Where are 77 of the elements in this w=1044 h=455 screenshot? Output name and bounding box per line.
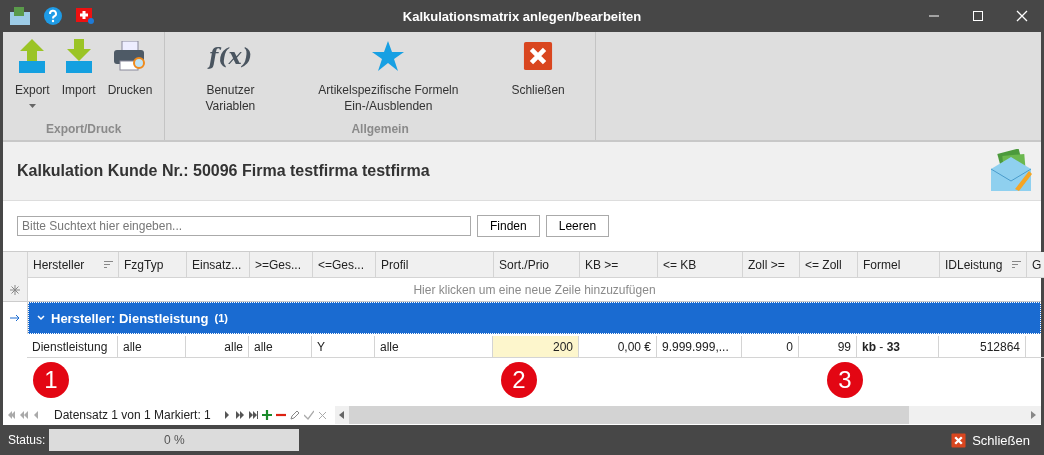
close-icon	[951, 432, 967, 448]
group-label: Hersteller: Dienstleistung	[51, 310, 209, 326]
pencil-icon[interactable]	[289, 410, 300, 420]
nav-forward-icon[interactable]	[235, 411, 245, 419]
window-title: Kalkulationsmatrix anlegen/bearbeiten	[402, 8, 642, 24]
column-header[interactable]: Einsatz...	[187, 252, 250, 278]
column-header[interactable]: Zoll >=	[743, 252, 800, 278]
search-button[interactable]: Finden	[477, 215, 540, 237]
scroll-right-icon[interactable]	[1031, 411, 1037, 419]
sort-icon	[1012, 261, 1021, 268]
table-cell: 9.999.999,...	[657, 336, 742, 358]
chevron-icon[interactable]	[37, 315, 45, 321]
table-cell: alle	[249, 336, 312, 358]
upload-icon	[19, 39, 46, 73]
ribbon-button[interactable]: Schließen	[487, 32, 589, 122]
search-button[interactable]: Leeren	[545, 215, 610, 237]
ribbon-button[interactable]: f(x) Benutzer Variablen	[171, 32, 290, 122]
nav-forward-icon[interactable]	[248, 411, 258, 419]
horizontal-scrollbar[interactable]	[334, 406, 1041, 424]
group-row[interactable]: Hersteller: Dienstleistung (1)	[28, 302, 1041, 334]
close-button[interactable]: Schließen	[945, 431, 1036, 449]
close-icon	[523, 41, 554, 71]
column-header[interactable]: IDLeistung	[940, 252, 1027, 278]
search-field[interactable]: Bitte Suchtext hier eingeben...	[17, 216, 471, 236]
add-icon[interactable]	[261, 410, 272, 420]
table-cell: alle	[118, 336, 186, 358]
check-icon[interactable]	[303, 410, 314, 420]
column-header[interactable]: FzgTyp	[119, 252, 187, 278]
table-cell: 512864	[939, 336, 1026, 358]
nav-forward-icon[interactable]	[222, 411, 232, 419]
ribbon-button[interactable]: Export	[9, 32, 56, 122]
ribbon-button[interactable]: Artikelspezifische Formeln Ein-/Ausblenden	[289, 32, 488, 122]
maximize-icon[interactable]	[972, 10, 984, 22]
status-label: Status:	[8, 433, 46, 447]
envelope-icon	[10, 7, 30, 25]
column-header[interactable]: Hersteller	[28, 252, 119, 278]
table-cell: 0,00 €	[579, 336, 657, 358]
column-header[interactable]: G	[1027, 252, 1044, 278]
table-cell: 99	[799, 336, 857, 358]
marker: 1	[33, 362, 69, 398]
group-count: (1)	[214, 312, 228, 324]
row-indicator-icon	[10, 314, 20, 322]
column-header[interactable]: Formel	[858, 252, 940, 278]
table-cell: 0	[742, 336, 799, 358]
ribbon-button[interactable]: Import	[55, 32, 102, 122]
table-cell: kb - 33	[857, 336, 939, 358]
table-cell: alle	[186, 336, 249, 358]
scroll-left-icon[interactable]	[338, 411, 345, 419]
sort-icon	[104, 261, 113, 268]
column-header[interactable]: >=Ges...	[250, 252, 313, 278]
column-header[interactable]: Sort./Prio	[494, 252, 580, 278]
record-counter: Datensatz 1 von 1 Markiert: 1	[54, 408, 211, 422]
marker: 3	[827, 362, 863, 398]
page-title: Kalkulation Kunde Nr.: 50096 Firma testfirma testfirma	[17, 162, 430, 180]
table-cell: Y	[312, 336, 375, 358]
ribbon-button[interactable]: Drucken	[101, 32, 159, 122]
close-icon[interactable]	[1016, 10, 1028, 22]
column-header[interactable]: KB >=	[580, 252, 658, 278]
column-header[interactable]: <= KB	[658, 252, 743, 278]
download-icon	[65, 39, 92, 73]
printer-icon	[114, 41, 147, 71]
help-icon[interactable]	[44, 7, 62, 25]
table-cell: Dienstleistung	[27, 336, 118, 358]
group-label: Export/Druck	[46, 122, 122, 136]
star-icon	[372, 41, 405, 71]
progress-bar: 0 %	[49, 429, 300, 451]
table-cell: 200	[493, 336, 579, 358]
marker: 2	[501, 362, 537, 398]
caret-icon	[28, 104, 36, 108]
group-label: Allgemein	[351, 122, 409, 136]
money-envelope-icon	[989, 149, 1033, 193]
new-row-icon	[10, 284, 20, 295]
column-header[interactable]: <= Zoll	[800, 252, 858, 278]
flag-icon[interactable]	[76, 8, 94, 24]
formula-icon: f(x)	[208, 43, 253, 69]
column-header[interactable]: <=Ges...	[313, 252, 376, 278]
column-header[interactable]: Profil	[376, 252, 494, 278]
